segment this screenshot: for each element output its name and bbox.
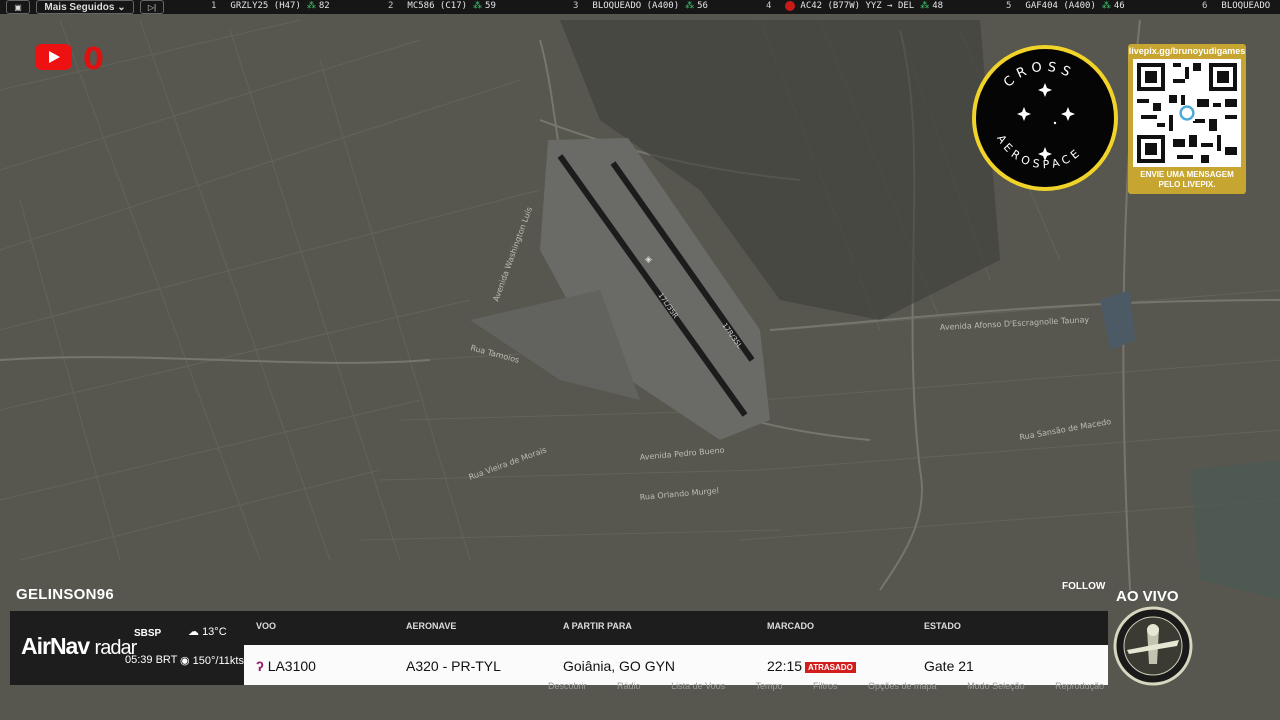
- viewers-icon: ⁂: [1101, 1, 1111, 11]
- menu-flight-list[interactable]: Lista de Voos: [671, 681, 725, 691]
- svg-text:CROSS: CROSS: [1001, 60, 1077, 91]
- map-bottom-menu: Descobrir Rádio Lista de Voos Tempo Filt…: [548, 681, 1132, 691]
- cross-aerospace-logo: CROSS AEROSPACE: [972, 45, 1118, 191]
- ticker-item[interactable]: 6 BLOQUEADO: [1202, 1, 1270, 11]
- logo-top-text: CROSS: [1001, 60, 1072, 91]
- flight-number: ʔ LA3100: [256, 658, 316, 674]
- svg-text:◈: ◈: [645, 255, 652, 265]
- wind: ◉ 150°/11kts: [180, 655, 244, 667]
- menu-discover[interactable]: Descobrir: [548, 681, 587, 691]
- star-icon: [1017, 83, 1075, 161]
- aircraft-cell: A320 - PR-TYL: [406, 658, 501, 674]
- live-label: AO VIVO: [1116, 588, 1179, 605]
- skip-icon[interactable]: ▷|: [140, 0, 164, 14]
- viewers-icon: ⁂: [306, 1, 316, 11]
- youtube-counter: 0: [83, 42, 104, 77]
- viewers-icon: ⁂: [920, 1, 930, 11]
- ticker-item[interactable]: 5 GAF404 (A400) ⁂ 46: [1006, 1, 1125, 11]
- flight-info-strip: AirNav radar SBSP 05:39 BRT ☁ 13°C ◉ 150…: [10, 611, 1108, 685]
- menu-weather[interactable]: Tempo: [755, 681, 782, 691]
- ticker-item[interactable]: 1 GRZLY25 (H47) ⁂ 82: [211, 1, 330, 11]
- temperature: ☁ 13°C: [188, 626, 227, 638]
- airline-logo-icon: [785, 1, 796, 11]
- viewers-icon: ⁂: [473, 1, 483, 11]
- airport-code: SBSP: [134, 628, 162, 639]
- qr-message: ENVIE UMA MENSAGEM PELO LIVEPIX.: [1140, 170, 1234, 189]
- menu-select-mode[interactable]: Modo Seleção: [967, 681, 1025, 691]
- weather-icon: ☁: [188, 626, 199, 638]
- header-route: A PARTIR PARA: [563, 621, 632, 631]
- qr-url: livepix.gg/brunoyudigames: [1128, 46, 1246, 56]
- menu-radio[interactable]: Rádio: [617, 681, 641, 691]
- scheduled-cell: 22:15 ATRASADO: [767, 658, 856, 674]
- header-flight: VOO: [256, 621, 277, 631]
- menu-map-options[interactable]: Opções de mapa: [868, 681, 937, 691]
- channel-emblem-icon: [1113, 606, 1193, 686]
- header-aircraft: AERONAVE: [406, 621, 457, 631]
- menu-playback[interactable]: Reprodução: [1055, 681, 1104, 691]
- flight-row[interactable]: ʔ LA3100 A320 - PR-TYL Goiânia, GO GYN 2…: [244, 645, 1108, 685]
- viewers-icon: ⁂: [685, 1, 695, 11]
- filter-dropdown[interactable]: Mais Seguidos ⌄: [36, 0, 134, 14]
- menu-icon[interactable]: ▣: [6, 0, 30, 14]
- menu-filters[interactable]: Filtros: [813, 681, 838, 691]
- header-scheduled: MARCADO: [767, 621, 814, 631]
- streamer-username: GELINSON96: [16, 586, 115, 603]
- wind-icon: ◉: [180, 655, 190, 667]
- top-ticker-bar: ▣ Mais Seguidos ⌄ ▷| 1 GRZLY25 (H47) ⁂ 8…: [0, 0, 1280, 14]
- airline-logo-icon: ʔ: [256, 658, 264, 674]
- route-cell: Goiânia, GO GYN: [563, 658, 676, 674]
- ticker-item[interactable]: 3 BLOQUEADO (A400) ⁂ 56: [573, 1, 708, 11]
- qr-code-icon: [1133, 59, 1241, 167]
- svg-text:AEROSPACE: AEROSPACE: [994, 132, 1085, 171]
- status-cell: Gate 21: [924, 658, 974, 674]
- local-time: 05:39 BRT: [125, 654, 178, 666]
- ticker-item[interactable]: 2 MC586 (C17) ⁂ 59: [388, 1, 496, 11]
- livepix-qr-panel: livepix.gg/brunoyudigames ENVIE UMA MENS…: [1128, 44, 1246, 194]
- logo-bottom-text: AEROSPACE: [994, 132, 1081, 171]
- delayed-badge: ATRASADO: [805, 661, 856, 673]
- youtube-icon: [35, 44, 72, 70]
- airnav-radar-logo: AirNav radar: [21, 633, 137, 659]
- header-status: ESTADO: [924, 621, 961, 631]
- follow-label: FOLLOW: [1062, 581, 1106, 592]
- ticker-item[interactable]: 4 AC42 (B77W) YYZ → DEL ⁂ 48: [766, 1, 943, 11]
